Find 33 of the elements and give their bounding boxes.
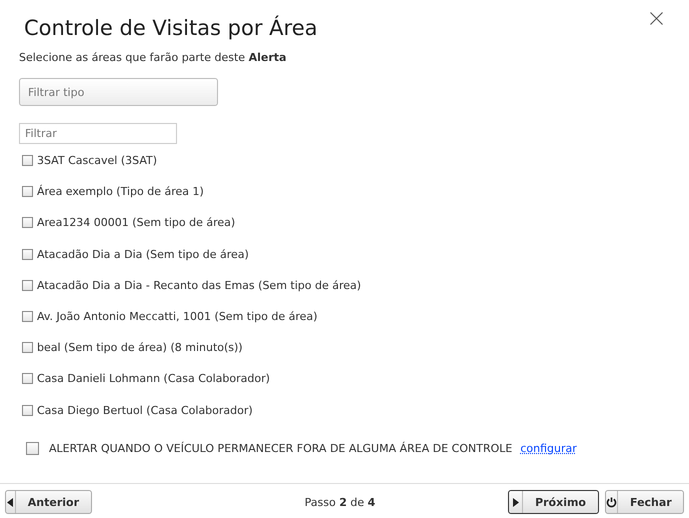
- previous-button[interactable]: Anterior: [5, 490, 92, 514]
- instruction-text: Selecione as áreas que farão parte deste Alerta: [19, 51, 288, 64]
- close-icon[interactable]: [650, 12, 663, 25]
- checkbox[interactable]: [22, 186, 33, 198]
- checkbox[interactable]: [22, 280, 33, 291]
- area-label: Area1234 00001 (Sem tipo de área): [37, 216, 236, 230]
- area-label: Av. João Antonio Meccatti, 1001 (Sem tipo de área): [37, 310, 318, 323]
- area-label: beal (Sem tipo de área) (8 minuto(s)): [37, 341, 243, 354]
- checkbox[interactable]: [22, 404, 33, 416]
- alert-option-label: ALERTAR QUANDO O VEÍCULO PERMANECER FORA DE ALGUMA ÁREA DE CONTROLE: [49, 442, 512, 454]
- right-arrow-icon: [512, 498, 519, 506]
- close-button[interactable]: Fechar: [605, 490, 684, 514]
- left-arrow-icon: [7, 498, 14, 506]
- area-label: Atacadão Dia a Dia (Sem tipo de área): [37, 248, 249, 261]
- checkbox[interactable]: [22, 310, 33, 322]
- checkbox[interactable]: [22, 217, 33, 228]
- checkbox[interactable]: [22, 248, 33, 260]
- area-label: Casa Diego Bertuol (Casa Colaborador): [37, 404, 253, 416]
- next-button[interactable]: Próximo: [508, 490, 599, 514]
- area-label: Área exemplo (Tipo de área 1): [37, 185, 204, 198]
- checkbox[interactable]: [22, 373, 33, 384]
- configure-link[interactable]: configurar: [520, 442, 577, 454]
- checkbox[interactable]: [22, 342, 33, 354]
- filter-field[interactable]: Filtrar: [19, 123, 177, 144]
- area-label: 3SAT Cascavel (3SAT): [37, 154, 158, 167]
- type-filter-field[interactable]: Filtrar tipo: [19, 78, 218, 106]
- checkbox[interactable]: [26, 442, 39, 454]
- area-label: Atacadão Dia a Dia - Recanto das Emas (Sem tipo de área): [37, 278, 362, 292]
- dialog-title: Controle de Visitas por Área: [24, 16, 318, 40]
- checkbox[interactable]: [22, 155, 33, 166]
- step-indicator: Passo 2 de 4: [304, 496, 376, 508]
- area-label: Casa Danieli Lohmann (Casa Colaborador): [37, 372, 270, 386]
- power-icon: [606, 496, 617, 508]
